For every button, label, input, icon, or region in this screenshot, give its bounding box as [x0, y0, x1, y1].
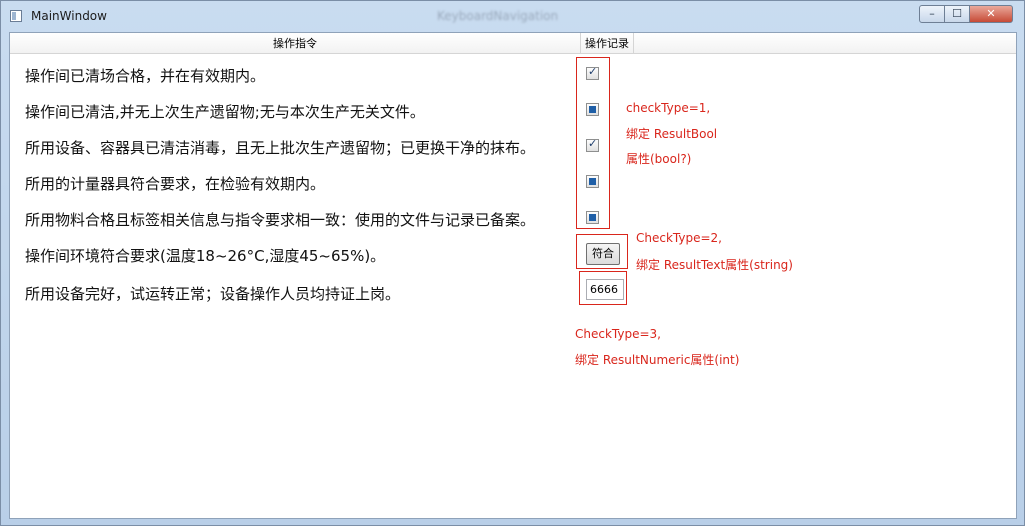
instruction-text: 所用设备、容器具已清洁消毒，且无上批次生产遗留物；已更换干净的抹布。	[25, 139, 536, 157]
table-header: 操作指令 操作记录	[10, 33, 1016, 54]
result-checkbox[interactable]	[586, 211, 599, 224]
result-checkbox[interactable]	[586, 175, 599, 188]
client-area: 操作指令 操作记录 操作间已清场合格，并在有效期内。 操作间已清洁,并无上次生产…	[9, 32, 1017, 519]
result-numeric-input[interactable]: 6666	[586, 279, 624, 300]
header-record[interactable]: 操作记录	[580, 33, 634, 53]
annotation-text-line2: 绑定 ResultText属性(string)	[636, 258, 793, 272]
minimize-button[interactable]: –	[919, 5, 945, 23]
annotation-bool-line2: 绑定 ResultBool	[626, 127, 718, 141]
result-checkbox[interactable]	[586, 65, 599, 80]
instruction-text: 所用物料合格且标签相关信息与指令要求相一致：使用的文件与记录已备案。	[25, 211, 536, 229]
result-checkbox[interactable]	[586, 103, 599, 116]
instruction-text: 操作间环境符合要求(温度18~26°C,湿度45~65%)。	[25, 247, 386, 265]
annotation-text-line1: CheckType=2,	[636, 231, 722, 245]
background-window-title: KeyboardNavigation	[437, 9, 559, 23]
close-button[interactable]: ✕	[969, 5, 1013, 23]
maximize-button[interactable]: ☐	[944, 5, 970, 23]
header-instruction[interactable]: 操作指令	[10, 33, 580, 53]
result-text-button[interactable]: 符合	[586, 243, 620, 265]
instruction-text: 所用的计量器具符合要求，在检验有效期内。	[25, 175, 326, 193]
window-icon	[10, 10, 22, 22]
annotation-bool-line3: 属性(bool?)	[626, 152, 692, 166]
title-bar[interactable]: MainWindow KeyboardNavigation – ☐ ✕	[1, 1, 1024, 32]
main-window: MainWindow KeyboardNavigation – ☐ ✕ 操作指令…	[0, 0, 1025, 526]
annotation-numeric-line2: 绑定 ResultNumeric属性(int)	[575, 353, 740, 367]
instruction-text: 所用设备完好，试运转正常；设备操作人员均持证上岗。	[25, 285, 401, 303]
window-title: MainWindow	[31, 9, 107, 23]
annotation-bool-line1: checkType=1,	[626, 101, 711, 115]
instruction-text: 操作间已清场合格，并在有效期内。	[25, 67, 266, 85]
result-checkbox[interactable]	[586, 137, 599, 152]
instruction-text: 操作间已清洁,并无上次生产遗留物;无与本次生产无关文件。	[25, 103, 425, 121]
annotation-numeric-line1: CheckType=3,	[575, 327, 661, 341]
